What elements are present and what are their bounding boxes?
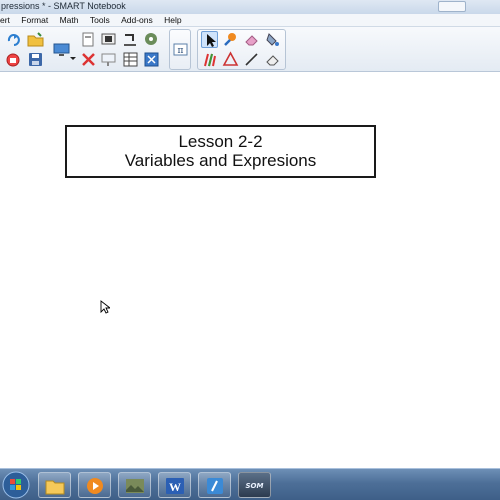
word-icon: W (166, 478, 184, 494)
redo-icon[interactable] (5, 31, 22, 48)
magic-pen-icon[interactable] (222, 31, 239, 48)
title-bar: pressions * - SMART Notebook (0, 0, 500, 14)
shapes-icon[interactable] (222, 51, 239, 68)
eraser-icon[interactable] (243, 31, 260, 48)
chevron-down-icon[interactable] (70, 57, 76, 60)
taskbar-word-button[interactable]: W (158, 472, 191, 498)
properties-icon[interactable] (143, 31, 160, 48)
menu-tools[interactable]: Tools (90, 14, 110, 26)
save-icon[interactable] (27, 51, 44, 68)
capture-icon[interactable] (100, 31, 117, 48)
mouse-cursor-icon (100, 300, 110, 314)
toolbar: π (0, 27, 500, 72)
taskbar-notebook-button[interactable] (198, 472, 231, 498)
taskbar-photo-button[interactable] (118, 472, 151, 498)
menu-bar: ert Format Math Tools Add-ons Help (0, 14, 500, 27)
menu-help[interactable]: Help (164, 14, 181, 26)
svg-text:π: π (178, 46, 184, 56)
page-sorter-icon[interactable] (80, 31, 97, 48)
media-player-icon (87, 478, 103, 494)
notebook-icon (207, 478, 223, 494)
delete-icon[interactable] (80, 51, 97, 68)
svg-text:W: W (169, 480, 181, 494)
math-icon[interactable]: π (172, 41, 189, 58)
eraser-tool-icon[interactable] (264, 51, 281, 68)
lesson-number: Lesson 2-2 (178, 132, 263, 151)
open-folder-icon[interactable] (27, 31, 44, 48)
taskbar: W SOM (0, 468, 500, 500)
screen-shade-icon[interactable] (5, 51, 22, 68)
taskbar-folder-button[interactable] (38, 472, 71, 498)
taskbar-som-button[interactable]: SOM (238, 472, 271, 498)
menu-math[interactable]: Math (60, 14, 79, 26)
fill-icon[interactable] (264, 31, 281, 48)
start-orb-icon[interactable] (2, 471, 30, 499)
taskbar-media-button[interactable] (78, 472, 111, 498)
menu-format[interactable]: Format (21, 14, 48, 26)
display-icon[interactable] (53, 41, 70, 58)
pens-icon[interactable] (201, 51, 218, 68)
lesson-title: Variables and Expresions (124, 151, 317, 170)
menu-add-ons[interactable]: Add-ons (121, 14, 153, 26)
folder-icon (45, 480, 65, 495)
photo-icon (126, 479, 144, 493)
notebook-page[interactable]: Lesson 2-2 Variables and Expresions (0, 72, 500, 468)
fullscreen-icon[interactable] (143, 51, 160, 68)
lesson-title-box[interactable]: Lesson 2-2 Variables and Expresions (65, 125, 376, 178)
paste-icon[interactable] (100, 51, 117, 68)
undo-icon[interactable] (122, 31, 139, 48)
window-title: pressions * - SMART Notebook (1, 1, 126, 11)
select-icon[interactable] (201, 31, 218, 48)
window-control-area[interactable] (438, 1, 466, 12)
table-icon[interactable] (122, 51, 139, 68)
menu-insert[interactable]: ert (0, 14, 10, 26)
line-icon[interactable] (243, 51, 260, 68)
